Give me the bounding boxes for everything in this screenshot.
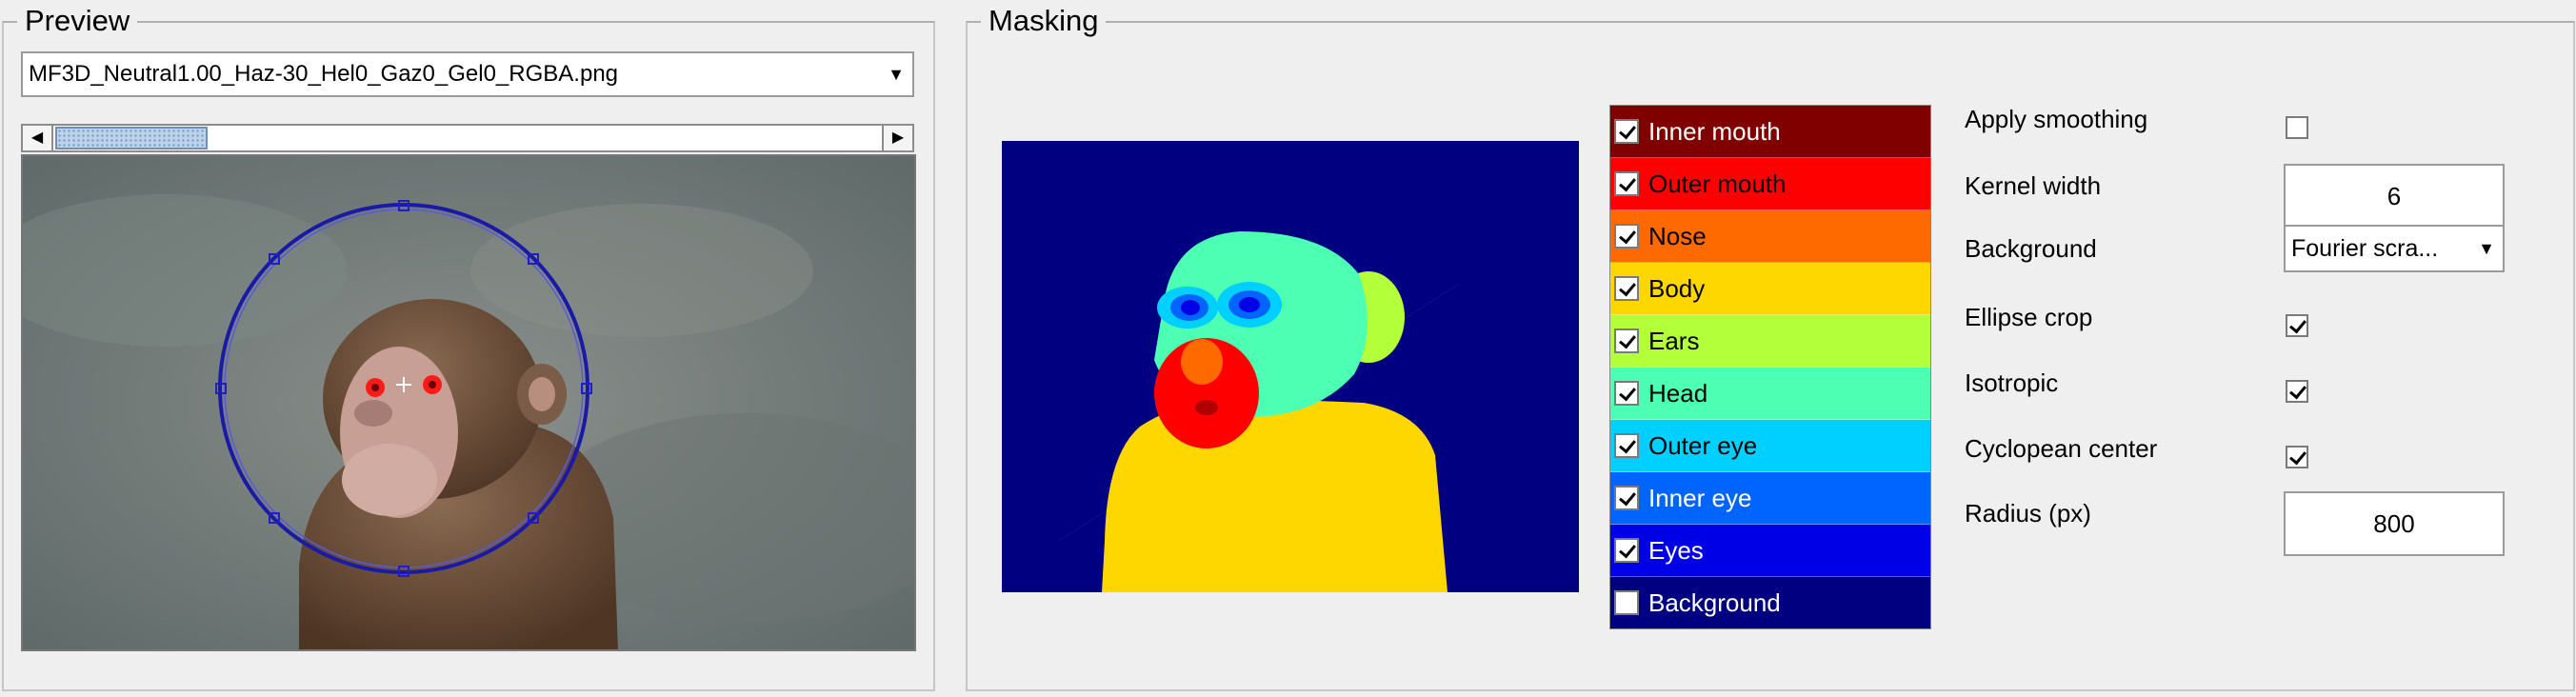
legend-row[interactable]: Outer eye — [1610, 420, 1930, 472]
legend-label: Background — [1648, 587, 1781, 617]
legend-checkbox[interactable] — [1614, 329, 1639, 353]
legend-row[interactable]: Outer mouth — [1610, 158, 1930, 210]
scroll-left-icon[interactable]: ◀ — [23, 126, 53, 150]
legend-row[interactable]: Head — [1610, 368, 1930, 420]
isotropic-checkbox[interactable] — [2286, 380, 2308, 403]
background-dropdown[interactable]: Fourier scra... ▼ — [2284, 225, 2505, 272]
legend-row[interactable]: Inner mouth — [1610, 106, 1930, 158]
legend-checkbox[interactable] — [1614, 486, 1639, 510]
legend-row[interactable]: Nose — [1610, 210, 1930, 263]
masking-panel-title: Masking — [981, 2, 1107, 40]
cyclopean-center-label: Cyclopean center — [1965, 434, 2158, 463]
legend-label: Outer eye — [1648, 430, 1758, 460]
mask-drawing — [1002, 141, 1579, 592]
monkey-preview-drawing — [23, 156, 914, 649]
scrollbar-thumb[interactable] — [55, 127, 208, 149]
kernel-width-field[interactable]: 6 — [2284, 164, 2505, 229]
radius-field[interactable]: 800 — [2284, 491, 2505, 556]
apply-smoothing-checkbox[interactable] — [2286, 116, 2308, 139]
legend-checkbox[interactable] — [1614, 433, 1639, 458]
horizontal-scrollbar[interactable]: ◀ ▶ — [21, 124, 914, 152]
background-label: Background — [1965, 234, 2097, 263]
legend-row[interactable]: Ears — [1610, 315, 1930, 368]
legend-label: Body — [1648, 273, 1706, 303]
ellipse-crop-checkbox[interactable] — [2286, 314, 2308, 337]
legend-checkbox[interactable] — [1614, 171, 1639, 196]
legend-label: Head — [1648, 378, 1708, 408]
legend-row[interactable]: Body — [1610, 263, 1930, 315]
region-legend: Inner mouth Outer mouth Nose Body Ears Head Ou… — [1609, 105, 1931, 629]
chevron-down-icon: ▼ — [2478, 239, 2495, 258]
legend-row[interactable]: Inner eye — [1610, 472, 1930, 525]
legend-checkbox[interactable] — [1614, 538, 1639, 563]
file-select-value: MF3D_Neutral1.00_Haz-30_Hel0_Gaz0_Gel0_R… — [29, 61, 619, 87]
preview-image — [21, 154, 916, 651]
legend-label: Ears — [1648, 326, 1700, 355]
cyclopean-center-checkbox[interactable] — [2286, 446, 2308, 468]
legend-label: Outer mouth — [1648, 169, 1787, 198]
ellipse-crop-label: Ellipse crop — [1965, 303, 2093, 331]
legend-label: Inner eye — [1648, 483, 1752, 512]
legend-row[interactable]: Eyes — [1610, 525, 1930, 577]
legend-checkbox[interactable] — [1614, 224, 1639, 249]
file-select-dropdown[interactable]: MF3D_Neutral1.00_Haz-30_Hel0_Gaz0_Gel0_R… — [21, 51, 914, 97]
radius-label: Radius (px) — [1965, 499, 2091, 528]
legend-checkbox[interactable] — [1614, 381, 1639, 406]
chevron-down-icon: ▼ — [888, 65, 905, 84]
preview-panel-title: Preview — [17, 2, 138, 40]
kernel-width-label: Kernel width — [1965, 171, 2102, 200]
legend-label: Nose — [1648, 221, 1707, 250]
apply-smoothing-label: Apply smoothing — [1965, 105, 2148, 133]
legend-checkbox[interactable] — [1614, 276, 1639, 301]
mask-preview-image — [1002, 141, 1579, 592]
background-value: Fourier scra... — [2291, 235, 2439, 262]
legend-row[interactable]: Background — [1610, 577, 1930, 628]
scroll-right-icon[interactable]: ▶ — [882, 126, 912, 150]
legend-label: Inner mouth — [1648, 116, 1781, 146]
isotropic-label: Isotropic — [1965, 368, 2059, 397]
legend-checkbox[interactable] — [1614, 590, 1639, 615]
legend-label: Eyes — [1648, 535, 1704, 565]
legend-checkbox[interactable] — [1614, 119, 1639, 144]
